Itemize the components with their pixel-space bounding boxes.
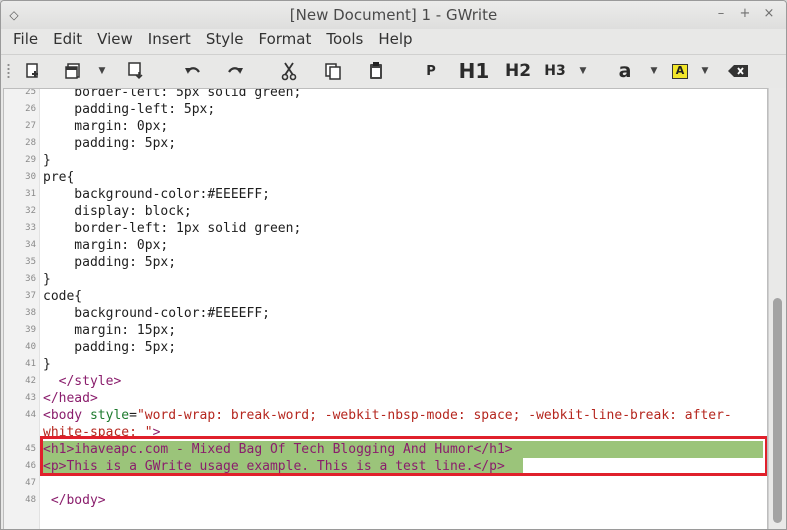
line-number: 35	[25, 257, 36, 267]
line-number: 39	[25, 325, 36, 335]
menu-file[interactable]: File	[5, 29, 45, 53]
code-line: border-left: 5px solid green;	[43, 88, 302, 100]
open-document-icon[interactable]	[61, 59, 85, 83]
toolbar-grip[interactable]	[7, 63, 10, 79]
code-line: padding: 5px;	[43, 255, 177, 270]
menu-style[interactable]: Style	[198, 29, 251, 53]
highlight-dropdown-arrow[interactable]: ▼	[696, 59, 714, 83]
code-line: }	[43, 272, 51, 287]
line-number: 40	[25, 342, 36, 352]
line-number: 41	[25, 359, 36, 369]
window-controls: – + ×	[712, 5, 778, 23]
save-icon[interactable]	[123, 59, 149, 83]
line-number: 29	[25, 155, 36, 165]
code-line: }	[43, 357, 51, 372]
code-line: background-color:#EEEEFF;	[43, 306, 270, 321]
code-line: padding: 5px;	[43, 136, 177, 151]
body-equals: =	[129, 408, 137, 423]
code-line: margin: 0px;	[43, 238, 169, 253]
menu-help[interactable]: Help	[370, 29, 419, 53]
copy-icon[interactable]	[321, 59, 345, 83]
line-number: 26	[25, 104, 36, 114]
code-line: code{	[43, 289, 83, 304]
line-number: 43	[25, 393, 36, 403]
line-number: 44	[25, 410, 36, 420]
line-number: 38	[25, 308, 36, 318]
title-bar: ◇ [New Document] 1 - GWrite – + ×	[1, 1, 786, 29]
undo-icon[interactable]	[181, 59, 205, 83]
font-button[interactable]: a	[613, 59, 637, 83]
menu-view[interactable]: View	[89, 29, 140, 53]
line-number: 36	[25, 274, 36, 284]
line-number: 33	[25, 223, 36, 233]
close-icon[interactable]: ×	[760, 5, 778, 23]
window-title: [New Document] 1 - GWrite	[289, 6, 498, 24]
line-number: 46	[25, 461, 36, 471]
vertical-scrollbar[interactable]	[768, 88, 786, 529]
menu-bar: File Edit View Insert Style Format Tools…	[1, 29, 786, 53]
highlight-color-label: A	[672, 63, 688, 79]
code-line: margin: 15px;	[43, 323, 177, 338]
code-line: padding: 5px;	[43, 340, 177, 355]
line-number: 37	[25, 291, 36, 301]
font-dropdown-arrow[interactable]: ▼	[645, 59, 663, 83]
body-tag-open: <body	[43, 408, 90, 423]
toolbar: ▼ P H1 H2 H3 ▼ a ▼ A ▼	[1, 54, 786, 86]
code-line: display: block;	[43, 204, 192, 219]
open-dropdown-arrow[interactable]: ▼	[93, 59, 111, 83]
redo-icon[interactable]	[223, 59, 247, 83]
code-line: </style>	[43, 374, 122, 389]
code-line: </head>	[43, 391, 98, 406]
menu-tools[interactable]: Tools	[318, 29, 370, 53]
line-number: 45	[25, 444, 36, 454]
menu-edit[interactable]: Edit	[45, 29, 89, 53]
gwrite-window: ◇ [New Document] 1 - GWrite – + × File E…	[0, 0, 787, 530]
heading2-button[interactable]: H2	[502, 59, 534, 83]
heading3-button[interactable]: H3	[541, 59, 569, 83]
line-number: 30	[25, 172, 36, 182]
line-number: 25	[25, 88, 36, 97]
paragraph-button[interactable]: P	[420, 59, 442, 83]
line-number: 34	[25, 240, 36, 250]
code-line: background-color:#EEEEFF;	[43, 187, 270, 202]
heading-dropdown-arrow[interactable]: ▼	[574, 59, 592, 83]
body-style-value: "word-wrap: break-word; -webkit-nbsp-mod…	[136, 408, 732, 423]
paste-icon[interactable]	[364, 59, 388, 83]
line-number: 48	[25, 495, 36, 505]
line-number: 31	[25, 189, 36, 199]
body-style-attr: style	[89, 408, 130, 423]
line-number: 27	[25, 121, 36, 131]
code-line: border-left: 1px solid green;	[43, 221, 302, 236]
line-number: 47	[25, 478, 36, 488]
maximize-icon[interactable]: +	[736, 5, 754, 23]
scrollbar-thumb[interactable]	[773, 298, 782, 523]
menu-insert[interactable]: Insert	[140, 29, 198, 53]
code-line: pre{	[43, 170, 75, 185]
code-line: </body>	[43, 493, 106, 508]
code-line: padding-left: 5px;	[43, 102, 216, 117]
line-number: 32	[25, 206, 36, 216]
code-line: }	[43, 153, 51, 168]
code-editor[interactable]: 25 border-left: 5px solid green; 26 padd…	[3, 88, 768, 529]
code-line: margin: 0px;	[43, 119, 169, 134]
new-document-icon[interactable]	[21, 59, 45, 83]
body-tag-line: <body style="word-wrap: break-word; -web…	[43, 407, 732, 424]
selection-annotation-box	[40, 436, 767, 476]
minimize-icon[interactable]: –	[712, 5, 730, 23]
line-number: 28	[25, 138, 36, 148]
line-number: 42	[25, 376, 36, 386]
highlight-color-icon[interactable]: A	[669, 59, 691, 83]
clear-format-icon[interactable]	[725, 59, 751, 83]
cut-icon[interactable]	[277, 59, 301, 83]
menu-format[interactable]: Format	[251, 29, 319, 53]
heading1-button[interactable]: H1	[456, 59, 492, 83]
